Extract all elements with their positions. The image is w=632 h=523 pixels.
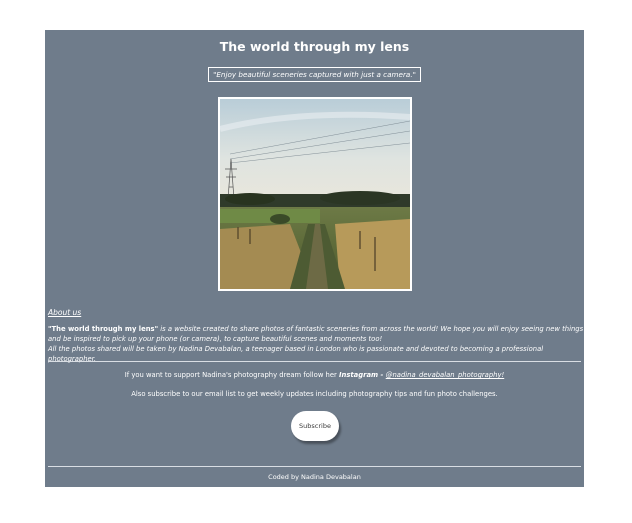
instagram-link[interactable]: @nadina_devabalan_photography! <box>386 371 505 379</box>
about-text: "The world through my lens" is a website… <box>48 324 584 364</box>
subscribe-button[interactable]: Subscribe <box>291 411 339 441</box>
landscape-photo <box>218 97 412 291</box>
support-line: If you want to support Nadina's photogra… <box>45 371 584 379</box>
instagram-label: Instagram <box>339 371 379 379</box>
instagram-separator: - <box>378 371 386 379</box>
support-text: If you want to support Nadina's photogra… <box>124 371 339 379</box>
page-title: The world through my lens <box>219 39 410 54</box>
subscribe-note: Also subscribe to our email list to get … <box>131 390 498 398</box>
divider-top <box>48 361 581 362</box>
main-panel: The world through my lens "Enjoy beautif… <box>45 30 584 487</box>
site-name: "The world through my lens" <box>48 325 159 333</box>
divider-bottom <box>48 466 581 467</box>
about-heading: About us <box>48 308 82 317</box>
landscape-photo-image <box>220 99 410 289</box>
footer-credit: Coded by Nadina Devabalan <box>268 473 361 481</box>
tagline: "Enjoy beautiful sceneries captured with… <box>208 67 421 82</box>
tagline-container: "Enjoy beautiful sceneries captured with… <box>45 62 584 82</box>
